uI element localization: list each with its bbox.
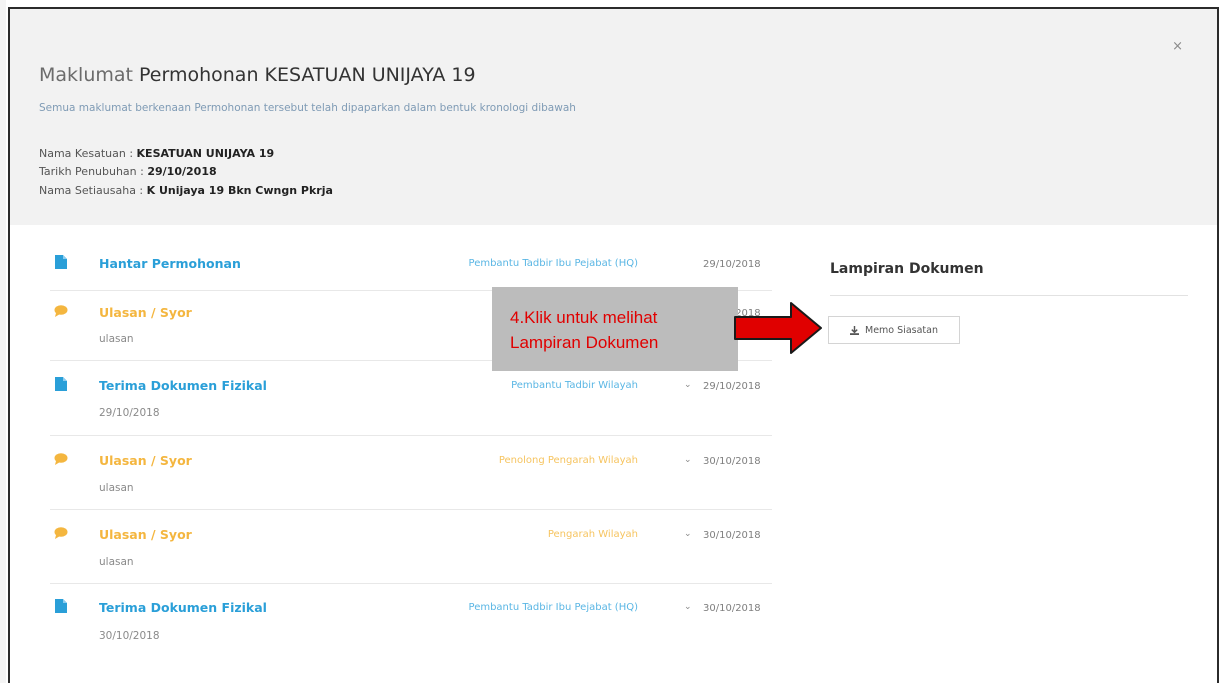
- attachments-title: Lampiran Dokumen: [830, 261, 984, 277]
- timeline-date: 29/10/2018: [703, 259, 761, 270]
- timeline-role: Pembantu Tadbir Ibu Pejabat (HQ): [468, 258, 638, 269]
- timeline-title: Hantar Permohonan: [99, 256, 241, 271]
- memo-siasatan-button[interactable]: Memo Siasatan: [828, 316, 960, 344]
- field-value: 29/10/2018: [147, 165, 217, 178]
- timeline-item[interactable]: Terima Dokumen Fizikal Pembantu Tadbir I…: [50, 584, 772, 664]
- chevron-down-icon[interactable]: ⌄: [684, 455, 692, 465]
- annotation-line: Lampiran Dokumen: [510, 333, 659, 352]
- info-tarikh-penubuhan: Tarikh Penubuhan : 29/10/2018: [39, 165, 217, 178]
- comment-icon: [54, 527, 68, 539]
- timeline-item[interactable]: Hantar Permohonan Pembantu Tadbir Ibu Pe…: [50, 241, 772, 291]
- modal-title: Maklumat Permohonan KESATUAN UNIJAYA 19: [39, 64, 476, 86]
- info-nama-setiausaha: Nama Setiausaha : K Unijaya 19 Bkn Cwngn…: [39, 184, 333, 197]
- chevron-down-icon[interactable]: ⌄: [684, 602, 692, 612]
- modal-subtitle: Semua maklumat berkenaan Permohonan ters…: [39, 102, 576, 114]
- timeline-date: 30/10/2018: [703, 456, 761, 467]
- close-button[interactable]: ×: [1172, 39, 1183, 54]
- timeline-note: ulasan: [99, 333, 134, 345]
- modal-dialog: × Maklumat Permohonan KESATUAN UNIJAYA 1…: [8, 7, 1219, 683]
- title-main: Permohonan KESATUAN UNIJAYA 19: [139, 64, 476, 86]
- info-nama-kesatuan: Nama Kesatuan : KESATUAN UNIJAYA 19: [39, 147, 274, 160]
- timeline-title: Ulasan / Syor: [99, 453, 192, 468]
- timeline-title: Terima Dokumen Fizikal: [99, 600, 267, 615]
- field-label: Tarikh Penubuhan :: [39, 165, 148, 178]
- timeline-item[interactable]: Ulasan / Syor Penolong Pengarah Wilayah …: [50, 436, 772, 510]
- field-value: K Unijaya 19 Bkn Cwngn Pkrja: [146, 184, 333, 197]
- download-icon: [850, 325, 860, 335]
- comment-icon: [54, 453, 68, 465]
- timeline-item[interactable]: Terima Dokumen Fizikal Pembantu Tadbir W…: [50, 361, 772, 436]
- timeline-note: ulasan: [99, 482, 134, 494]
- timeline-title: Ulasan / Syor: [99, 305, 192, 320]
- title-prefix: Maklumat: [39, 64, 133, 86]
- timeline-role: Penolong Pengarah Wilayah: [498, 455, 638, 466]
- timeline-role: Pengarah Wilayah: [547, 529, 638, 540]
- timeline-date: 30/10/2018: [703, 603, 761, 614]
- chevron-down-icon[interactable]: ⌄: [684, 380, 692, 390]
- timeline-role: Pembantu Tadbir Wilayah: [511, 380, 638, 391]
- timeline-title: Terima Dokumen Fizikal: [99, 378, 267, 393]
- divider: [830, 295, 1188, 296]
- button-label: Memo Siasatan: [865, 324, 938, 336]
- document-icon: [55, 255, 67, 269]
- comment-icon: [54, 305, 68, 317]
- timeline-note: 30/10/2018: [99, 630, 160, 642]
- timeline-title: Ulasan / Syor: [99, 527, 192, 542]
- left-edge: [0, 0, 6, 683]
- field-label: Nama Kesatuan :: [39, 147, 137, 160]
- timeline-item[interactable]: Ulasan / Syor Pengarah Wilayah ⌄ 30/10/2…: [50, 510, 772, 584]
- document-icon: [55, 599, 67, 613]
- timeline-note: 29/10/2018: [99, 407, 160, 419]
- arrow-right-icon: [734, 302, 822, 354]
- timeline-note: ulasan: [99, 556, 134, 568]
- document-icon: [55, 377, 67, 391]
- field-value: KESATUAN UNIJAYA 19: [136, 147, 275, 160]
- annotation-callout: 4.Klik untuk melihat Lampiran Dokumen: [492, 287, 738, 371]
- modal-header: × Maklumat Permohonan KESATUAN UNIJAYA 1…: [10, 9, 1217, 225]
- annotation-line: 4.Klik untuk melihat: [510, 308, 658, 327]
- timeline-date: 30/10/2018: [703, 530, 761, 541]
- timeline-role: Pembantu Tadbir Ibu Pejabat (HQ): [468, 602, 638, 613]
- chevron-down-icon[interactable]: ⌄: [684, 529, 692, 539]
- timeline-date: 29/10/2018: [703, 381, 761, 392]
- field-label: Nama Setiausaha :: [39, 184, 147, 197]
